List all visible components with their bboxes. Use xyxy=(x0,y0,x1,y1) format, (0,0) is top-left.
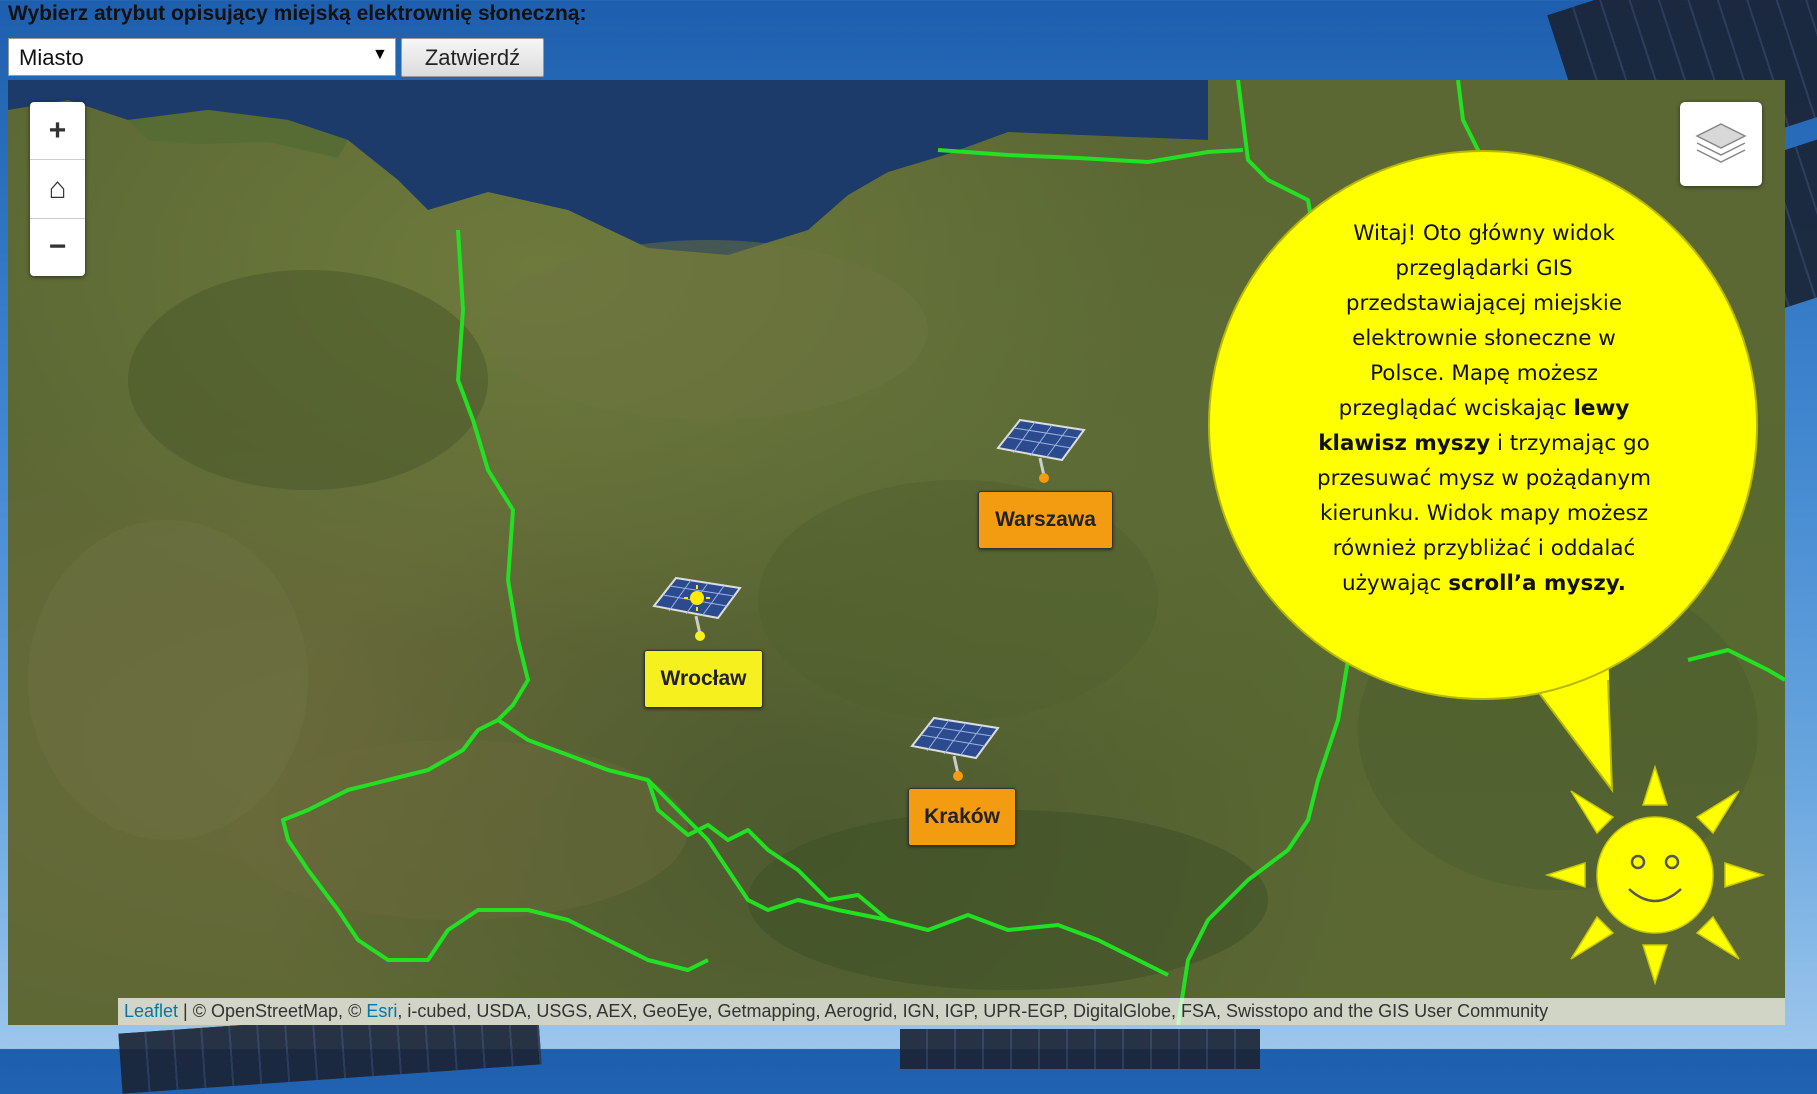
zoom-in-button[interactable]: + xyxy=(30,102,85,161)
attribution-sources: , i-cubed, USDA, USGS, AEX, GeoEye, Getm… xyxy=(397,1001,1549,1021)
bubble-line: przedstawiającej miejskie xyxy=(1345,291,1623,316)
leaflet-link[interactable]: Leaflet xyxy=(124,1001,178,1021)
baltic-sea xyxy=(8,80,1208,255)
home-button[interactable]: ⌂ xyxy=(30,160,85,219)
bubble-line: elektrownie słoneczne w xyxy=(1352,326,1616,351)
bubble-line: kierunku. Widok mapy możesz xyxy=(1319,501,1649,526)
map-attribution: Leaflet | © OpenStreetMap, © Esri, i-cub… xyxy=(118,998,1785,1025)
bubble-line: przeglądarki GIS xyxy=(1395,256,1573,281)
city-label-warszawa[interactable]: Warszawa xyxy=(978,491,1113,549)
bubble-line: klawisz myszy i trzymając go xyxy=(1318,431,1650,456)
layers-icon xyxy=(1695,123,1747,163)
bubble-line: używając scroll’a myszy. xyxy=(1342,571,1626,596)
bubble-line: również przybliżać i oddalać xyxy=(1332,536,1636,561)
bubble-line: Polsce. Mapę możesz xyxy=(1370,361,1598,386)
zoom-control: + ⌂ − xyxy=(30,102,85,276)
solar-panel-icon[interactable] xyxy=(910,716,1000,786)
attribute-select[interactable]: Miasto xyxy=(8,38,396,76)
zoom-out-button[interactable]: − xyxy=(30,219,85,276)
solar-panel-icon[interactable] xyxy=(996,418,1086,488)
city-label-krakow[interactable]: Kraków xyxy=(908,788,1016,846)
bubble-line: przeglądać wciskając lewy xyxy=(1338,396,1630,421)
attribution-sep: | © OpenStreetMap, © xyxy=(178,1001,367,1021)
page-title: Wybierz atrybut opisujący miejską elektr… xyxy=(8,2,587,25)
esri-link[interactable]: Esri xyxy=(366,1001,397,1021)
bubble-line: przesuwać mysz w pożądanym xyxy=(1316,466,1652,491)
submit-button[interactable]: Zatwierdź xyxy=(401,38,544,77)
speech-bubble-text: Witaj! Oto główny widok przeglądarki GIS… xyxy=(1300,216,1668,601)
solar-panel-sun-icon[interactable] xyxy=(652,576,742,646)
layers-control-button[interactable] xyxy=(1680,102,1762,186)
bubble-line: Witaj! Oto główny widok xyxy=(1353,221,1615,246)
background-solar-panel xyxy=(900,1029,1260,1069)
border-line xyxy=(937,148,1244,164)
city-label-wroclaw[interactable]: Wrocław xyxy=(644,650,763,708)
sun-mascot-icon xyxy=(1545,765,1765,985)
